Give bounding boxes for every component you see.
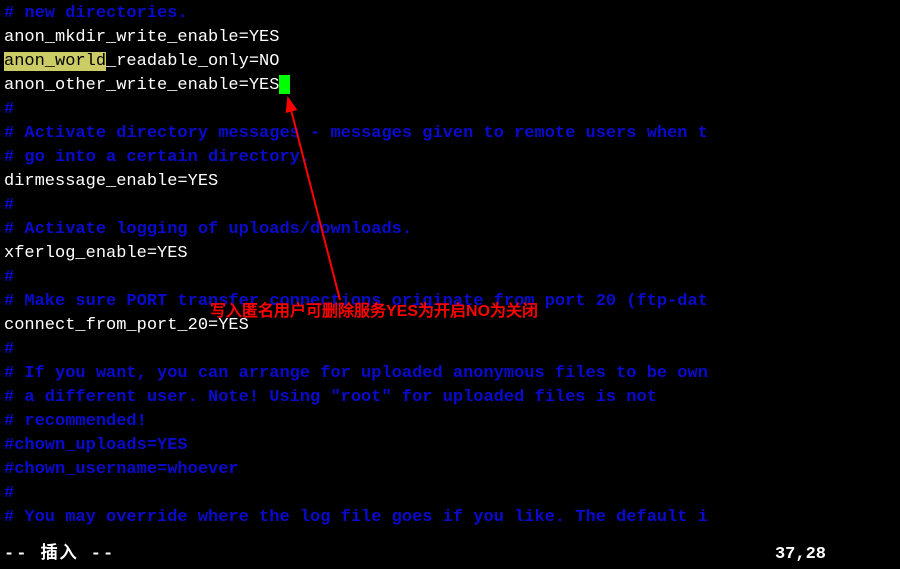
comment-line: #: [4, 484, 14, 503]
comment-line: # new directories.: [4, 4, 188, 23]
comment-line: # recommended!: [4, 412, 147, 431]
cursor-position: 37,28: [775, 543, 826, 567]
search-highlight: anon_world: [4, 52, 106, 71]
config-line: dirmessage_enable=YES: [4, 172, 218, 191]
comment-line: # You may override where the log file go…: [4, 508, 708, 527]
comment-line: # Make sure PORT transfer connections or…: [4, 292, 708, 311]
comment-line: # a different user. Note! Using "root" f…: [4, 388, 657, 407]
comment-line: # Activate directory messages - messages…: [4, 124, 708, 143]
comment-line: # If you want, you can arrange for uploa…: [4, 364, 708, 383]
comment-line: #chown_username=whoever: [4, 460, 239, 479]
comment-line: #: [4, 340, 14, 359]
comment-line: #: [4, 196, 14, 215]
status-bar: -- 插入 -- 37,28: [4, 543, 896, 567]
config-line: connect_from_port_20=YES: [4, 316, 249, 335]
comment-line: #: [4, 268, 14, 287]
config-line: _readable_only=NO: [106, 52, 279, 71]
comment-line: #chown_uploads=YES: [4, 436, 188, 455]
comment-line: #: [4, 100, 14, 119]
cursor: [279, 75, 290, 94]
editor-content[interactable]: # new directories. anon_mkdir_write_enab…: [0, 0, 900, 532]
config-line: xferlog_enable=YES: [4, 244, 188, 263]
config-line: anon_mkdir_write_enable=YES: [4, 28, 279, 47]
comment-line: # Activate logging of uploads/downloads.: [4, 220, 412, 239]
vim-mode: -- 插入 --: [4, 543, 115, 567]
config-line: anon_other_write_enable=YES: [4, 76, 279, 95]
comment-line: # go into a certain directory.: [4, 148, 310, 167]
